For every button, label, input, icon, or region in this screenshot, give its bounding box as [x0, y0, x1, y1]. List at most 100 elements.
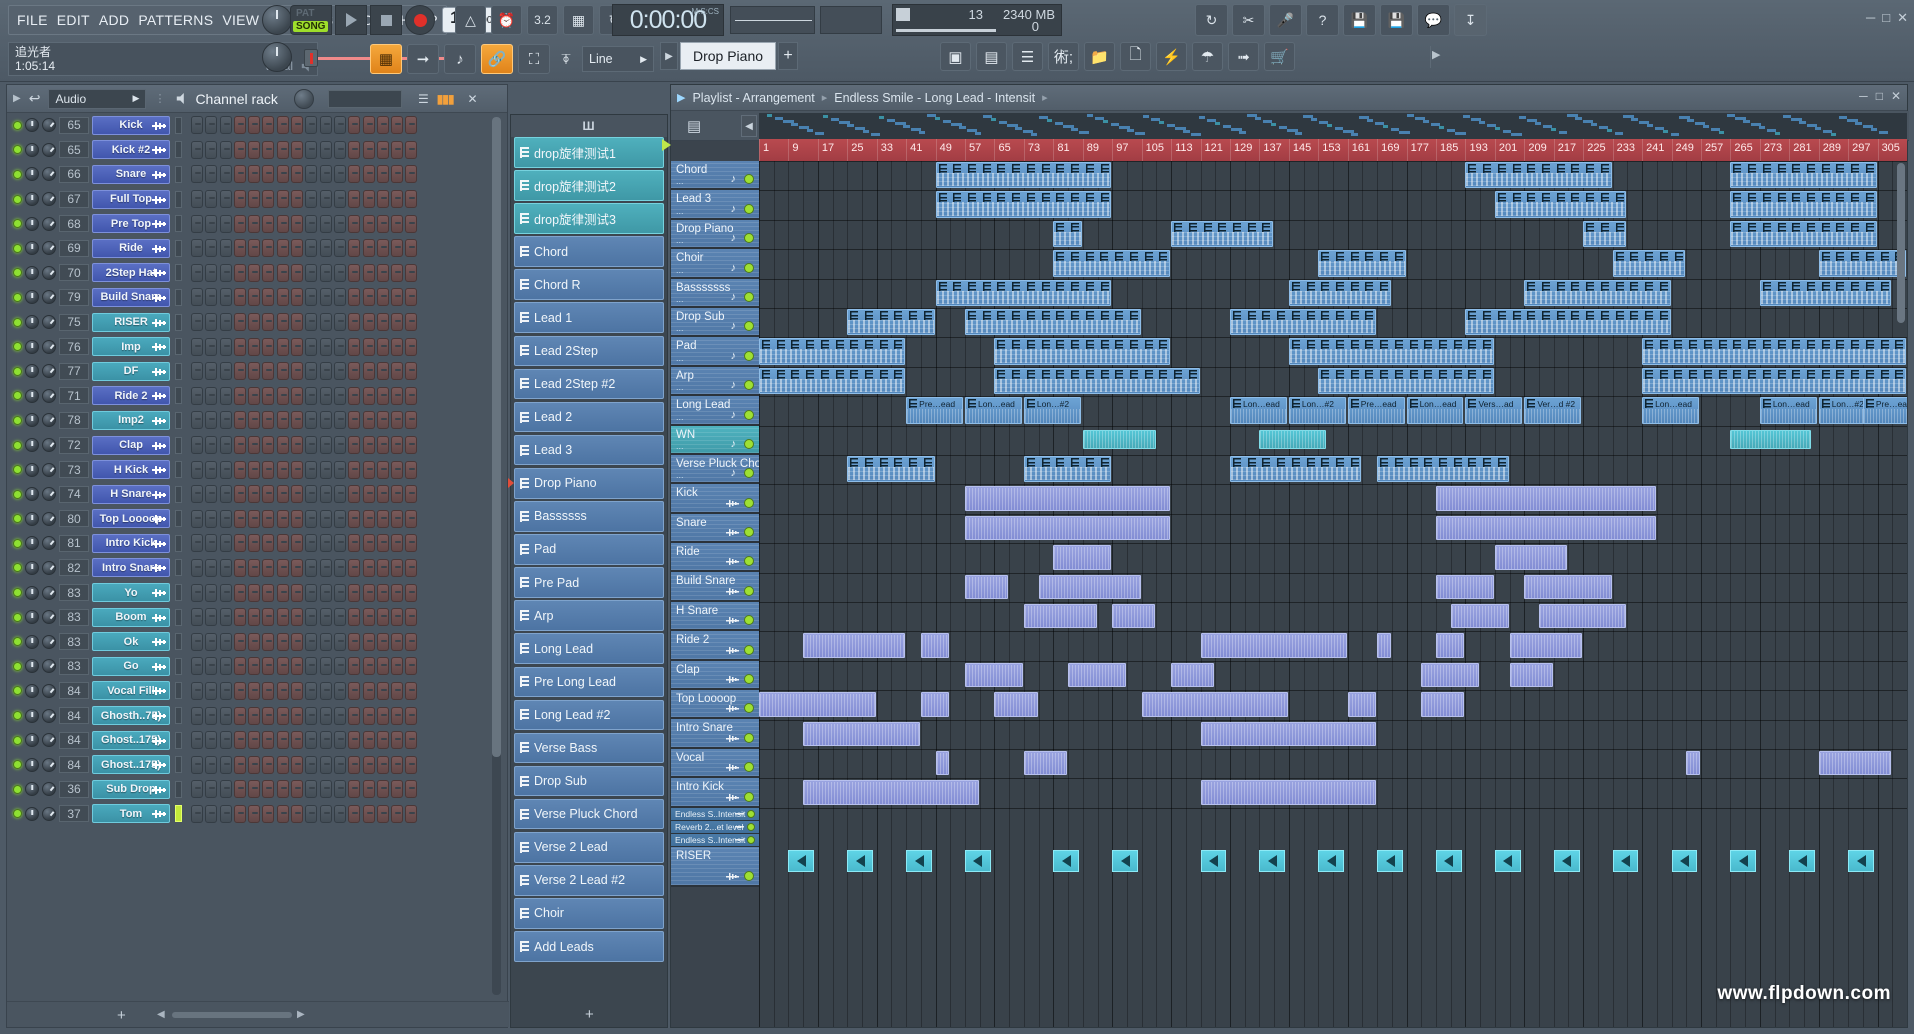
channel-name-button[interactable]: Tom — [92, 804, 170, 824]
step-button[interactable] — [319, 731, 332, 750]
playlist-audio-clip[interactable] — [1023, 751, 1068, 776]
step-button[interactable] — [348, 583, 361, 602]
channel-slot[interactable] — [175, 387, 182, 405]
step-button[interactable] — [291, 436, 304, 455]
step-button[interactable] — [405, 534, 418, 553]
step-button[interactable] — [405, 657, 418, 676]
scrollbar-thumb[interactable] — [1897, 163, 1905, 323]
step-button[interactable] — [376, 534, 389, 553]
channel-slot[interactable] — [175, 338, 182, 356]
step-sequencer-row[interactable] — [191, 731, 418, 750]
step-button[interactable] — [262, 804, 275, 823]
pattern-list-item[interactable]: drop旋律测试1 — [514, 137, 664, 168]
step-button[interactable] — [276, 583, 289, 602]
shop-cart-icon[interactable]: 🛒 — [1264, 42, 1295, 71]
step-button[interactable] — [305, 362, 318, 381]
step-button[interactable] — [248, 386, 261, 405]
step-button[interactable] — [205, 214, 218, 233]
channel-mute-led[interactable] — [13, 760, 22, 770]
pattern-list-item[interactable]: Verse 2 Lead — [514, 831, 664, 863]
playlist-audio-clip[interactable] — [1068, 662, 1126, 688]
step-button[interactable] — [376, 190, 389, 209]
playlist-track-header[interactable]: H Snare — [671, 601, 759, 632]
step-button[interactable] — [276, 509, 289, 528]
step-button[interactable] — [319, 362, 332, 381]
step-button[interactable] — [405, 583, 418, 602]
step-button[interactable] — [376, 583, 389, 602]
step-edit-arrow-icon[interactable]: ➞ — [407, 44, 439, 74]
step-button[interactable] — [276, 608, 289, 627]
step-button[interactable] — [219, 313, 232, 332]
playlist-audio-clip[interactable] — [1494, 545, 1568, 570]
playlist-audio-clip[interactable] — [1509, 662, 1553, 688]
step-button[interactable] — [405, 288, 418, 307]
channel-name-button[interactable]: Sub Drop — [92, 779, 170, 799]
step-button[interactable] — [405, 165, 418, 184]
step-button[interactable] — [319, 804, 332, 823]
step-button[interactable] — [333, 165, 346, 184]
playlist-grid[interactable]: Pre…ead Lon…ead Lon…#2 Lon…ead Lon…#2 Pr… — [759, 161, 1907, 1027]
automation-enable-led[interactable] — [747, 822, 755, 831]
step-button[interactable] — [219, 681, 232, 700]
step-button[interactable] — [305, 190, 318, 209]
channel-volume-knob[interactable] — [25, 462, 39, 477]
step-button[interactable] — [305, 116, 318, 135]
riser-clip[interactable] — [1671, 849, 1698, 872]
step-button[interactable] — [219, 362, 232, 381]
playlist-audio-clip[interactable] — [1436, 574, 1494, 599]
step-button[interactable] — [248, 116, 261, 135]
channel-name-button[interactable]: Ghosth..75) — [92, 706, 170, 726]
channel-mute-led[interactable] — [13, 784, 22, 794]
step-button[interactable] — [248, 165, 261, 184]
channel-slot[interactable] — [175, 707, 182, 725]
step-sequencer-row[interactable] — [191, 140, 418, 159]
step-button[interactable] — [333, 411, 346, 430]
pattern-prev-button[interactable]: ▶ — [660, 42, 678, 70]
channel-row[interactable]: 80 Top Loooop — [7, 507, 509, 532]
step-button[interactable] — [276, 706, 289, 725]
riser-clip[interactable] — [1053, 849, 1080, 872]
playlist-clip[interactable] — [965, 309, 1141, 336]
step-button[interactable] — [319, 509, 332, 528]
step-button[interactable] — [376, 214, 389, 233]
step-button[interactable] — [291, 386, 304, 405]
channel-row[interactable]: 36 Sub Drop — [7, 777, 509, 802]
channel-volume-knob[interactable] — [25, 118, 39, 133]
pattern-list-item[interactable]: Drop Piano — [508, 467, 664, 499]
save-as-icon[interactable]: 💾 — [1380, 4, 1413, 36]
channel-slot[interactable] — [175, 411, 182, 429]
playlist-audio-clip[interactable] — [759, 692, 876, 717]
step-button[interactable] — [405, 214, 418, 233]
channel-mixer-number[interactable]: 69 — [59, 239, 89, 257]
channel-slot[interactable] — [175, 584, 182, 602]
playlist-audio-clip[interactable] — [965, 486, 1171, 511]
riser-clip[interactable] — [965, 849, 991, 872]
channel-name-button[interactable]: Kick #2 — [92, 140, 170, 160]
step-sequencer-row[interactable] — [191, 386, 418, 405]
step-button[interactable] — [233, 706, 246, 725]
step-button[interactable] — [319, 165, 332, 184]
pattern-list-item[interactable]: Long Lead — [514, 633, 664, 664]
step-button[interactable] — [219, 804, 232, 823]
comment-icon[interactable]: 💬 — [1417, 4, 1450, 36]
step-button[interactable] — [391, 214, 404, 233]
channel-mute-led[interactable] — [13, 219, 22, 229]
playlist-clip[interactable] — [935, 191, 1112, 218]
step-button[interactable] — [348, 558, 361, 577]
step-button[interactable] — [405, 804, 418, 823]
rack-value-field[interactable] — [327, 89, 402, 108]
playlist-track-header[interactable]: Intro Kick — [671, 778, 759, 808]
step-button[interactable] — [348, 386, 361, 405]
step-button[interactable] — [362, 337, 375, 356]
step-button[interactable] — [305, 436, 318, 455]
master-pitch-knob[interactable] — [262, 42, 292, 72]
step-button[interactable] — [262, 657, 275, 676]
riser-clip[interactable] — [1730, 849, 1757, 872]
channel-mute-led[interactable] — [13, 588, 22, 598]
channel-row[interactable]: 76 Imp — [7, 334, 509, 359]
step-button[interactable] — [391, 239, 404, 258]
channel-name-button[interactable]: RISER — [92, 312, 170, 332]
playlist-clip[interactable] — [1583, 220, 1627, 248]
step-button[interactable] — [219, 558, 232, 577]
step-button[interactable] — [219, 485, 232, 504]
